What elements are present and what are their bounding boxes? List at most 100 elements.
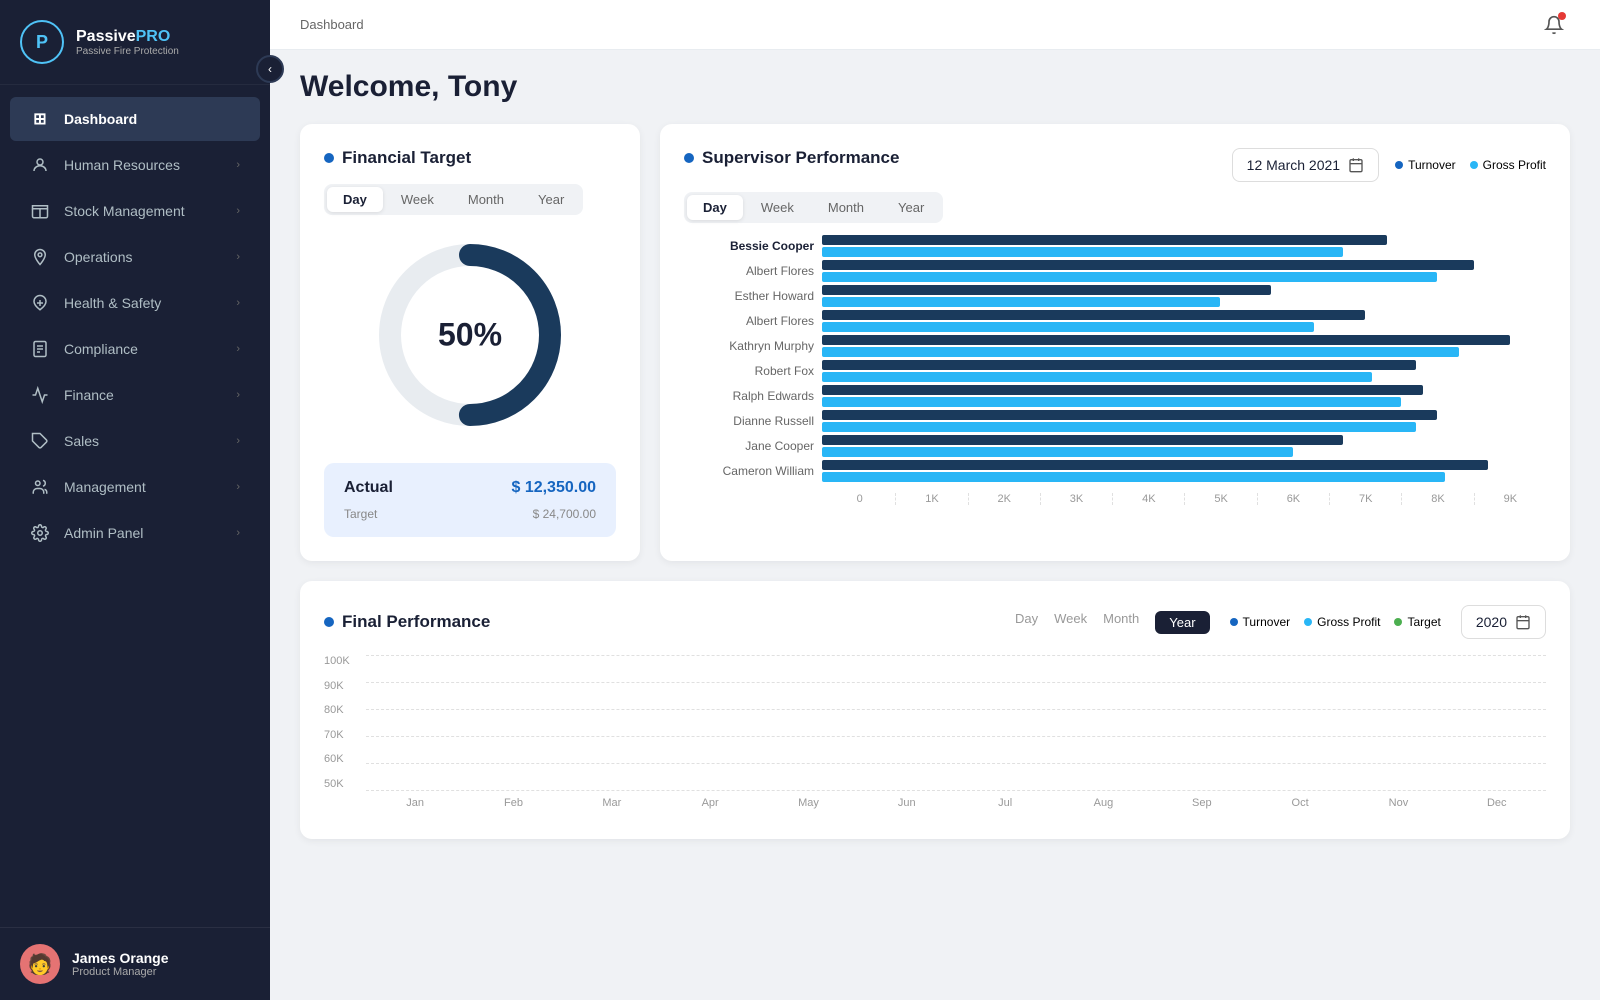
period-tab-week[interactable]: Week: [385, 187, 450, 212]
final-perf-date-value: 2020: [1476, 614, 1507, 630]
y-tick: 80K: [324, 704, 366, 716]
hbar-bars-wrap: [822, 410, 1546, 432]
x-tick: 2K: [968, 493, 1040, 505]
title-dot: [684, 153, 694, 163]
profit-bar: [822, 447, 1293, 457]
period-tab-year[interactable]: Year: [522, 187, 580, 212]
sup-period-day[interactable]: Day: [687, 195, 743, 220]
hbar-label: Albert Flores: [684, 314, 814, 328]
sidebar-item-compliance[interactable]: Compliance ›: [10, 327, 260, 371]
sidebar-item-human-resources[interactable]: Human Resources ›: [10, 143, 260, 187]
fp-legend-target: Target: [1394, 615, 1440, 629]
sidebar-item-management[interactable]: Management ›: [10, 465, 260, 509]
sup-period-week[interactable]: Week: [745, 195, 810, 220]
bar-groups-container: [366, 655, 1546, 790]
turnover-bar: [822, 360, 1416, 370]
logo-subtitle: Passive Fire Protection: [76, 46, 179, 57]
financial-target-card: Financial Target Day Week Month Year: [300, 124, 640, 561]
sidebar-item-label: Sales: [64, 433, 222, 449]
sidebar-collapse-button[interactable]: ‹: [256, 55, 284, 83]
sidebar-item-label: Human Resources: [64, 157, 222, 173]
x-label: May: [759, 797, 857, 809]
user-role: Product Manager: [72, 966, 169, 978]
chevron-right-icon: ›: [236, 435, 240, 447]
health-safety-icon: [30, 293, 50, 313]
user-info: James Orange Product Manager: [72, 950, 169, 978]
sidebar-item-label: Operations: [64, 249, 222, 265]
turnover-bar: [822, 410, 1437, 420]
x-label: Apr: [661, 797, 759, 809]
final-perf-date-picker[interactable]: 2020: [1461, 605, 1546, 639]
topbar-actions: [1538, 9, 1570, 41]
fp-legend-gross-profit: Gross Profit: [1304, 615, 1380, 629]
sidebar: P PassivePRO Passive Fire Protection ‹ ⊞…: [0, 0, 270, 1000]
profit-bar: [822, 247, 1343, 257]
sidebar-item-dashboard[interactable]: ⊞ Dashboard: [10, 97, 260, 141]
hbar-row: Bessie Cooper: [684, 235, 1546, 257]
fp-tab-year[interactable]: Year: [1155, 611, 1209, 634]
fp-legend-label-gross-profit: Gross Profit: [1317, 615, 1380, 629]
notification-button[interactable]: [1538, 9, 1570, 41]
y-tick: 70K: [324, 729, 366, 741]
donut-chart-container: 50%: [324, 215, 616, 455]
sup-period-year[interactable]: Year: [882, 195, 940, 220]
user-profile-area: 🧑 James Orange Product Manager: [0, 927, 270, 1000]
period-tab-month[interactable]: Month: [452, 187, 520, 212]
sidebar-item-health-safety[interactable]: Health & Safety ›: [10, 281, 260, 325]
chevron-right-icon: ›: [236, 527, 240, 539]
fp-tab-day[interactable]: Day: [1015, 611, 1038, 634]
profit-bar: [822, 422, 1416, 432]
fp-tab-week[interactable]: Week: [1054, 611, 1087, 634]
sidebar-item-label: Stock Management: [64, 203, 222, 219]
hbar-bars-wrap: [822, 435, 1546, 457]
chevron-right-icon: ›: [236, 297, 240, 309]
sup-period-month[interactable]: Month: [812, 195, 880, 220]
sidebar-item-label: Admin Panel: [64, 525, 222, 541]
final-performance-card: Final Performance Day Week Month Year Tu…: [300, 581, 1570, 839]
date-picker-button[interactable]: 12 March 2021: [1232, 148, 1379, 182]
turnover-bar: [822, 335, 1510, 345]
content-area: Welcome, Tony Financial Target Day Week …: [270, 50, 1600, 1000]
dashboard-top-grid: Financial Target Day Week Month Year: [300, 124, 1570, 561]
x-label: Nov: [1349, 797, 1447, 809]
turnover-bar: [822, 285, 1271, 295]
profit-bar: [822, 472, 1445, 482]
topbar-title: Dashboard: [300, 17, 364, 32]
target-value: $ 24,700.00: [533, 507, 596, 521]
fp-legend-dot-turnover: [1230, 618, 1238, 626]
sidebar-item-label: Management: [64, 479, 222, 495]
hbar-bars-wrap: [822, 285, 1546, 307]
hbar-row: Dianne Russell: [684, 410, 1546, 432]
final-perf-chart-area: 100K 90K 80K 70K 60K 50K: [324, 655, 1546, 815]
sidebar-item-admin-panel[interactable]: Admin Panel ›: [10, 511, 260, 555]
logo-icon: P: [20, 20, 64, 64]
x-axis: JanFebMarAprMayJunJulAugSepOctNovDec: [366, 790, 1546, 815]
actual-label: Actual: [344, 479, 393, 497]
sidebar-item-label: Finance: [64, 387, 222, 403]
hbar-label: Cameron William: [684, 464, 814, 478]
sidebar-item-finance[interactable]: Finance ›: [10, 373, 260, 417]
x-tick: 5K: [1184, 493, 1256, 505]
x-label: Oct: [1251, 797, 1349, 809]
notification-badge: [1558, 12, 1566, 20]
operations-icon: [30, 247, 50, 267]
welcome-title: Welcome, Tony: [300, 70, 1570, 104]
hbar-row: Esther Howard: [684, 285, 1546, 307]
hbar-label: Bessie Cooper: [684, 239, 814, 253]
final-perf-legend: Turnover Gross Profit Target: [1230, 615, 1441, 629]
sidebar-item-operations[interactable]: Operations ›: [10, 235, 260, 279]
x-label: Jan: [366, 797, 464, 809]
legend-turnover: Turnover: [1395, 158, 1456, 172]
sales-icon: [30, 431, 50, 451]
supervisor-header: Supervisor Performance Day Week Month Ye…: [684, 148, 1546, 223]
dashboard-icon: ⊞: [30, 109, 50, 129]
x-label: Jun: [858, 797, 956, 809]
x-label: Aug: [1054, 797, 1152, 809]
sidebar-item-stock-management[interactable]: Stock Management ›: [10, 189, 260, 233]
fp-tab-month[interactable]: Month: [1103, 611, 1139, 634]
profit-bar: [822, 272, 1437, 282]
period-tab-day[interactable]: Day: [327, 187, 383, 212]
final-perf-title-area: Final Performance: [324, 612, 490, 632]
sidebar-item-sales[interactable]: Sales ›: [10, 419, 260, 463]
chevron-right-icon: ›: [236, 205, 240, 217]
